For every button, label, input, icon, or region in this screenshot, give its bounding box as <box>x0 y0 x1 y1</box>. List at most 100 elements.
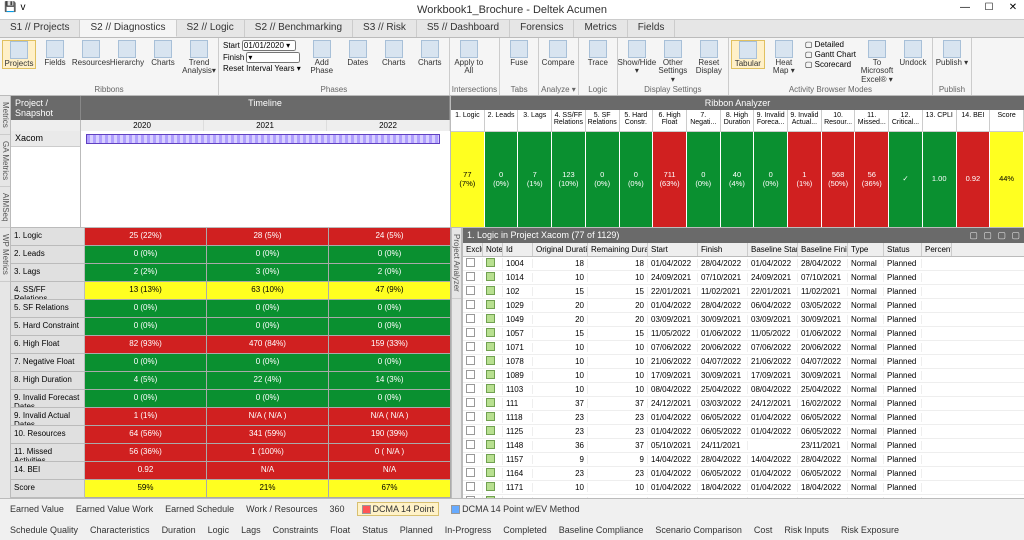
workbook-tab[interactable]: S3 // Risk <box>353 20 417 37</box>
footer-link[interactable]: Risk Exposure <box>841 525 899 535</box>
metric-cell[interactable]: 0.92 <box>85 462 207 479</box>
ribbon-button[interactable]: Add Phase <box>305 40 339 76</box>
metric-cell[interactable]: 341 (59%) <box>207 426 329 443</box>
footer-link[interactable]: Float <box>330 525 350 535</box>
footer-tab[interactable]: DCMA 14 Point w/EV Method <box>451 504 580 514</box>
table-column-header[interactable]: Excluded <box>463 243 483 256</box>
analyzer-col-header[interactable]: 12. Critical... <box>889 110 923 132</box>
ribbon-button[interactable]: Projects <box>2 40 36 69</box>
analyzer-col-header[interactable]: 7. Negati... <box>687 110 721 132</box>
table-tool-icon[interactable]: ▢ <box>1011 230 1020 240</box>
table-row[interactable]: 11711010 01/04/202218/04/202201/04/20221… <box>463 481 1024 495</box>
metric-cell[interactable]: 25 (22%) <box>85 228 207 245</box>
analyzer-col-header[interactable]: 9. Invalid Actual... <box>788 110 822 132</box>
metric-cell[interactable]: 22 (4%) <box>207 372 329 389</box>
analyzer-col-header[interactable]: 9. Invalid Foreca... <box>754 110 788 132</box>
note-icon[interactable] <box>486 300 495 309</box>
excluded-checkbox[interactable] <box>466 258 475 267</box>
footer-link[interactable]: Schedule Quality <box>10 525 78 535</box>
gantt-bar[interactable] <box>86 134 440 144</box>
metric-cell[interactable]: N/A <box>329 462 451 479</box>
metric-cell[interactable]: 0 ( N/A ) <box>329 444 451 461</box>
metric-label[interactable]: 3. Lags <box>11 264 85 282</box>
metric-cell[interactable]: 190 (39%) <box>329 426 451 443</box>
ribbon-button[interactable]: Undock <box>896 40 930 67</box>
footer-tab[interactable]: Earned Value Work <box>76 504 153 514</box>
table-row[interactable]: 10891010 17/09/202130/09/202117/09/20213… <box>463 369 1024 383</box>
right-side-tab[interactable]: Project Analyzer <box>452 228 461 299</box>
analyzer-value-cell[interactable]: 711(63%) <box>653 132 687 227</box>
ribbon-button[interactable]: Charts <box>146 40 180 67</box>
excluded-checkbox[interactable] <box>466 468 475 477</box>
analyzer-value-cell[interactable]: 7(1%) <box>518 132 552 227</box>
table-row[interactable]: 10492020 03/09/202130/09/202103/09/20213… <box>463 313 1024 327</box>
analyzer-value-cell[interactable]: 0(0%) <box>754 132 788 227</box>
ribbon-button[interactable]: To Microsoft Excel® ▾ <box>860 40 894 84</box>
metric-label[interactable]: 9. Invalid Forecast Dates <box>11 390 85 408</box>
ribbon-button[interactable]: Resources <box>74 40 108 67</box>
table-row[interactable]: 10292020 01/04/202228/04/202206/04/20220… <box>463 299 1024 313</box>
ribbon-option[interactable]: ▢ Gantt Chart <box>805 50 856 59</box>
metric-label[interactable]: 6. High Float <box>11 336 85 354</box>
metric-label[interactable]: 8. High Duration <box>11 372 85 390</box>
metric-label[interactable]: 4. SS/FF Relations <box>11 282 85 300</box>
table-row[interactable]: 11483637 05/10/202124/11/202123/11/2021 … <box>463 439 1024 453</box>
table-row[interactable]: 10141010 24/09/202107/10/202124/09/20210… <box>463 271 1024 285</box>
table-row[interactable]: 11031010 08/04/202225/04/202208/04/20222… <box>463 383 1024 397</box>
excluded-checkbox[interactable] <box>466 398 475 407</box>
footer-tab[interactable]: Work / Resources <box>246 504 317 514</box>
workbook-tab[interactable]: S2 // Benchmarking <box>245 20 353 37</box>
table-row[interactable]: 115799 14/04/202228/04/202214/04/202228/… <box>463 453 1024 467</box>
maximize-button[interactable]: ☐ <box>982 2 996 13</box>
metric-cell[interactable]: 24 (5%) <box>329 228 451 245</box>
metric-cell[interactable]: 1 (1%) <box>85 408 207 425</box>
footer-link[interactable]: Risk Inputs <box>784 525 829 535</box>
metric-cell[interactable]: 21% <box>207 480 329 497</box>
analyzer-col-header[interactable]: 10. Resour... <box>822 110 856 132</box>
footer-link[interactable]: In-Progress <box>445 525 492 535</box>
table-row[interactable]: 1021515 22/01/202111/02/202122/01/202111… <box>463 285 1024 299</box>
metric-cell[interactable]: 0 (0%) <box>85 318 207 335</box>
analyzer-value-cell[interactable]: 1.00 <box>923 132 957 227</box>
table-row[interactable]: 10781010 21/06/202204/07/202221/06/20220… <box>463 355 1024 369</box>
note-icon[interactable] <box>486 482 495 491</box>
note-icon[interactable] <box>486 468 495 477</box>
ribbon-button[interactable]: Fields <box>38 40 72 67</box>
table-tool-icon[interactable]: ▢ <box>997 230 1006 240</box>
ribbon-button[interactable]: Other Settings ▾ <box>656 40 690 84</box>
analyzer-col-header[interactable]: 5. Hard Constr. <box>620 110 654 132</box>
footer-link[interactable]: Completed <box>503 525 547 535</box>
analyzer-col-header[interactable]: 6. High Float <box>653 110 687 132</box>
metric-cell[interactable]: 1 (100%) <box>207 444 329 461</box>
date-input[interactable] <box>242 40 296 51</box>
note-icon[interactable] <box>486 454 495 463</box>
footer-link[interactable]: Lags <box>241 525 261 535</box>
table-tool-icon[interactable]: ▢ <box>969 230 978 240</box>
workbook-tab[interactable]: Metrics <box>574 20 627 37</box>
side-tab[interactable]: GA Metrics <box>0 135 10 187</box>
metric-cell[interactable]: 56 (36%) <box>85 444 207 461</box>
excluded-checkbox[interactable] <box>466 412 475 421</box>
ribbon-button[interactable]: Hierarchy <box>110 40 144 67</box>
metric-cell[interactable]: 14 (3%) <box>329 372 451 389</box>
analyzer-col-header[interactable]: 3. Lags <box>518 110 552 132</box>
note-icon[interactable] <box>486 412 495 421</box>
note-icon[interactable] <box>486 286 495 295</box>
ribbon-button[interactable]: Dates <box>341 40 375 67</box>
note-icon[interactable] <box>486 496 495 498</box>
analyzer-value-cell[interactable]: 77(7%) <box>451 132 485 227</box>
footer-tab[interactable]: Earned Schedule <box>165 504 234 514</box>
footer-tab[interactable]: Earned Value <box>10 504 64 514</box>
metric-cell[interactable]: 67% <box>329 480 451 497</box>
table-row[interactable]: 10711010 07/06/202220/06/202207/06/20222… <box>463 341 1024 355</box>
ribbon-button[interactable]: Show/Hide ▾ <box>620 40 654 76</box>
metric-label[interactable]: 10. Resources <box>11 426 85 444</box>
metric-cell[interactable]: 0 (0%) <box>329 300 451 317</box>
metric-cell[interactable]: 59% <box>85 480 207 497</box>
analyzer-value-cell[interactable]: 40(4%) <box>721 132 755 227</box>
metric-label[interactable]: 9. Invalid Actual Dates <box>11 408 85 426</box>
analyzer-col-header[interactable]: 5. SF Relations <box>586 110 620 132</box>
table-column-header[interactable]: Status <box>884 243 922 256</box>
excluded-checkbox[interactable] <box>466 454 475 463</box>
timeline-year[interactable]: 2021 <box>204 120 327 131</box>
